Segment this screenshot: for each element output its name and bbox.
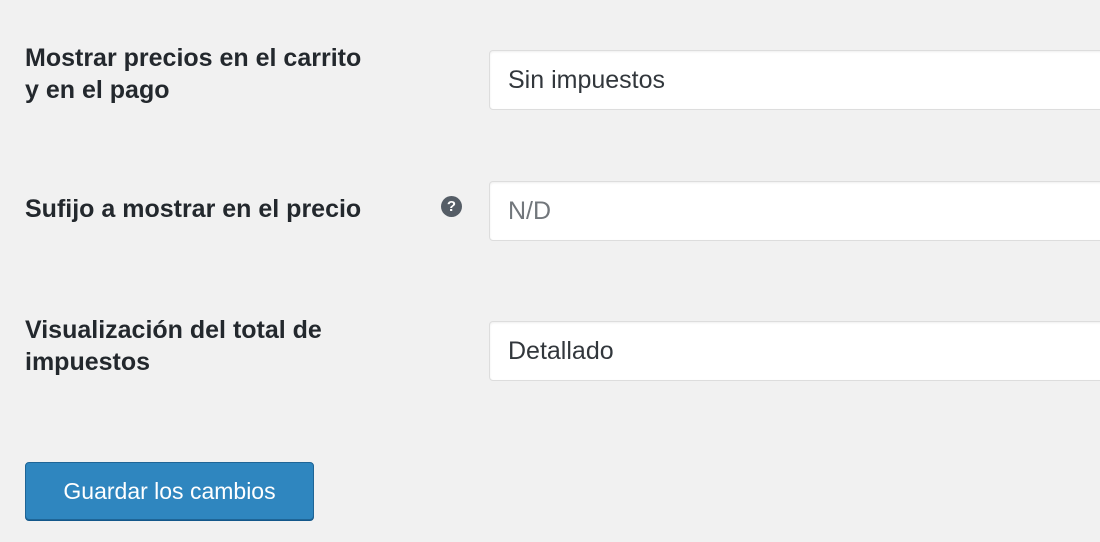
- prices-in-cart-select[interactable]: Sin impuestos: [489, 50, 1100, 110]
- tax-total-display-select[interactable]: Detallado: [489, 321, 1100, 381]
- prices-in-cart-label: Mostrar precios en el carrito y en el pa…: [25, 42, 361, 106]
- tax-total-display-selected-value: Detallado: [508, 337, 614, 365]
- prices-in-cart-label-line2: y en el pago: [25, 76, 170, 104]
- prices-in-cart-label-line1: Mostrar precios en el carrito: [25, 44, 362, 72]
- tax-display-settings-form: Mostrar precios en el carrito y en el pa…: [0, 0, 1100, 542]
- price-suffix-input[interactable]: [489, 181, 1100, 241]
- tax-total-display-label: Visualización del total de impuestos: [25, 314, 322, 378]
- tax-total-display-label-line1: Visualización del total de: [25, 316, 322, 344]
- help-icon[interactable]: ?: [441, 196, 462, 217]
- price-suffix-label: Sufijo a mostrar en el precio: [25, 195, 362, 223]
- tax-total-display-label-line2: impuestos: [25, 348, 151, 376]
- save-changes-button[interactable]: Guardar los cambios: [25, 462, 314, 520]
- prices-in-cart-selected-value: Sin impuestos: [508, 66, 666, 94]
